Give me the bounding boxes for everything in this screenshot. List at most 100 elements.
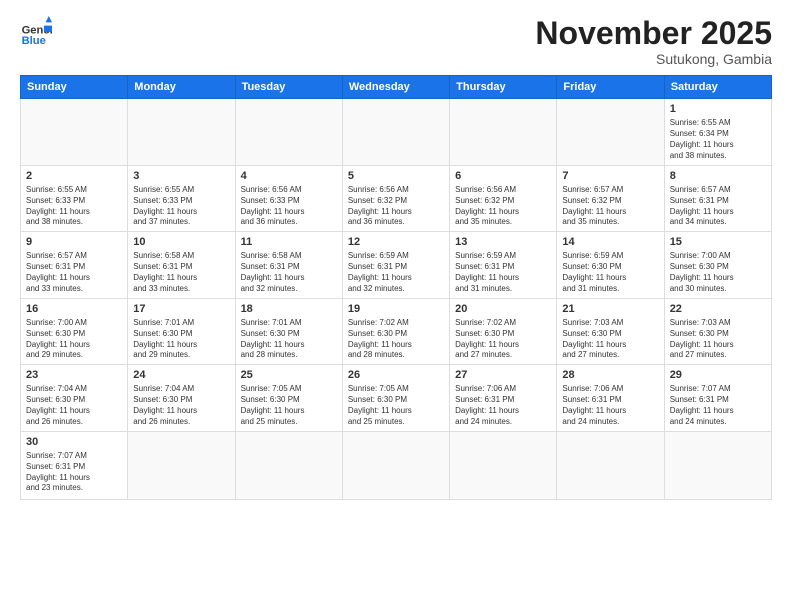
- calendar-cell: 17 Sunrise: 7:01 AM Sunset: 6:30 PM Dayli…: [128, 298, 235, 364]
- day-number: 23: [26, 368, 122, 382]
- day-number: 22: [670, 302, 766, 316]
- day-number: 17: [133, 302, 229, 316]
- day-number: 20: [455, 302, 551, 316]
- calendar-cell: 21 Sunrise: 7:03 AM Sunset: 6:30 PM Dayli…: [557, 298, 664, 364]
- calendar-cell: [664, 431, 771, 499]
- day-info: Sunrise: 6:57 AM Sunset: 6:32 PM Dayligh…: [562, 185, 658, 228]
- calendar-cell: 22 Sunrise: 7:03 AM Sunset: 6:30 PM Dayli…: [664, 298, 771, 364]
- calendar-cell: 16 Sunrise: 7:00 AM Sunset: 6:30 PM Dayli…: [21, 298, 128, 364]
- day-info: Sunrise: 6:57 AM Sunset: 6:31 PM Dayligh…: [670, 185, 766, 228]
- logo: General Blue: [20, 16, 52, 48]
- day-info: Sunrise: 7:04 AM Sunset: 6:30 PM Dayligh…: [133, 384, 229, 427]
- day-info: Sunrise: 6:55 AM Sunset: 6:33 PM Dayligh…: [26, 185, 122, 228]
- calendar-cell: 28 Sunrise: 7:06 AM Sunset: 6:31 PM Dayli…: [557, 365, 664, 431]
- calendar-cell: 7Sunrise: 6:57 AM Sunset: 6:32 PM Daylig…: [557, 165, 664, 231]
- calendar-cell: 4 Sunrise: 6:56 AM Sunset: 6:33 PM Daylig…: [235, 165, 342, 231]
- calendar-cell: [235, 431, 342, 499]
- day-header-saturday: Saturday: [664, 76, 771, 99]
- day-info: Sunrise: 7:06 AM Sunset: 6:31 PM Dayligh…: [455, 384, 551, 427]
- calendar-cell: 1Sunrise: 6:55 AM Sunset: 6:34 PM Daylig…: [664, 99, 771, 165]
- calendar-cell: [557, 431, 664, 499]
- calendar-cell: 5Sunrise: 6:56 AM Sunset: 6:32 PM Daylig…: [342, 165, 449, 231]
- day-info: Sunrise: 6:58 AM Sunset: 6:31 PM Dayligh…: [133, 251, 229, 294]
- month-title: November 2025: [535, 16, 772, 51]
- page-header: General Blue November 2025 Sutukong, Gam…: [20, 16, 772, 67]
- day-number: 5: [348, 169, 444, 183]
- calendar-cell: [450, 99, 557, 165]
- day-number: 13: [455, 235, 551, 249]
- day-info: Sunrise: 7:03 AM Sunset: 6:30 PM Dayligh…: [670, 318, 766, 361]
- calendar-cell: [342, 99, 449, 165]
- calendar-cell: [128, 431, 235, 499]
- calendar-cell: 15Sunrise: 7:00 AM Sunset: 6:30 PM Dayli…: [664, 232, 771, 298]
- calendar-cell: 19 Sunrise: 7:02 AM Sunset: 6:30 PM Dayli…: [342, 298, 449, 364]
- calendar-cell: 29Sunrise: 7:07 AM Sunset: 6:31 PM Dayli…: [664, 365, 771, 431]
- day-number: 2: [26, 169, 122, 183]
- day-number: 30: [26, 435, 122, 449]
- day-number: 9: [26, 235, 122, 249]
- day-header-friday: Friday: [557, 76, 664, 99]
- calendar-cell: 24Sunrise: 7:04 AM Sunset: 6:30 PM Dayli…: [128, 365, 235, 431]
- day-header-wednesday: Wednesday: [342, 76, 449, 99]
- day-info: Sunrise: 6:59 AM Sunset: 6:30 PM Dayligh…: [562, 251, 658, 294]
- day-info: Sunrise: 7:04 AM Sunset: 6:30 PM Dayligh…: [26, 384, 122, 427]
- day-info: Sunrise: 7:05 AM Sunset: 6:30 PM Dayligh…: [348, 384, 444, 427]
- calendar-cell: 20 Sunrise: 7:02 AM Sunset: 6:30 PM Dayli…: [450, 298, 557, 364]
- svg-text:Blue: Blue: [22, 35, 46, 47]
- day-info: Sunrise: 7:01 AM Sunset: 6:30 PM Dayligh…: [133, 318, 229, 361]
- day-info: Sunrise: 6:59 AM Sunset: 6:31 PM Dayligh…: [455, 251, 551, 294]
- calendar-cell: 25 Sunrise: 7:05 AM Sunset: 6:30 PM Dayli…: [235, 365, 342, 431]
- calendar-cell: 11 Sunrise: 6:58 AM Sunset: 6:31 PM Dayli…: [235, 232, 342, 298]
- day-number: 16: [26, 302, 122, 316]
- day-number: 25: [241, 368, 337, 382]
- day-number: 18: [241, 302, 337, 316]
- day-info: Sunrise: 7:06 AM Sunset: 6:31 PM Dayligh…: [562, 384, 658, 427]
- day-info: Sunrise: 6:58 AM Sunset: 6:31 PM Dayligh…: [241, 251, 337, 294]
- day-number: 10: [133, 235, 229, 249]
- calendar-cell: 9 Sunrise: 6:57 AM Sunset: 6:31 PM Daylig…: [21, 232, 128, 298]
- day-info: Sunrise: 7:00 AM Sunset: 6:30 PM Dayligh…: [26, 318, 122, 361]
- calendar-cell: 3 Sunrise: 6:55 AM Sunset: 6:33 PM Daylig…: [128, 165, 235, 231]
- calendar-table: SundayMondayTuesdayWednesdayThursdayFrid…: [20, 75, 772, 499]
- day-info: Sunrise: 6:56 AM Sunset: 6:32 PM Dayligh…: [455, 185, 551, 228]
- day-info: Sunrise: 7:07 AM Sunset: 6:31 PM Dayligh…: [670, 384, 766, 427]
- calendar-cell: 13 Sunrise: 6:59 AM Sunset: 6:31 PM Dayli…: [450, 232, 557, 298]
- day-info: Sunrise: 7:02 AM Sunset: 6:30 PM Dayligh…: [348, 318, 444, 361]
- day-header-thursday: Thursday: [450, 76, 557, 99]
- day-number: 21: [562, 302, 658, 316]
- calendar-cell: 30 Sunrise: 7:07 AM Sunset: 6:31 PM Dayli…: [21, 431, 128, 499]
- day-number: 1: [670, 102, 766, 116]
- calendar-cell: [342, 431, 449, 499]
- day-number: 6: [455, 169, 551, 183]
- calendar-cell: 10 Sunrise: 6:58 AM Sunset: 6:31 PM Dayli…: [128, 232, 235, 298]
- day-number: 19: [348, 302, 444, 316]
- calendar-cell: 26 Sunrise: 7:05 AM Sunset: 6:30 PM Dayli…: [342, 365, 449, 431]
- day-info: Sunrise: 6:57 AM Sunset: 6:31 PM Dayligh…: [26, 251, 122, 294]
- day-number: 4: [241, 169, 337, 183]
- day-info: Sunrise: 6:55 AM Sunset: 6:33 PM Dayligh…: [133, 185, 229, 228]
- day-number: 11: [241, 235, 337, 249]
- calendar-cell: 14 Sunrise: 6:59 AM Sunset: 6:30 PM Dayli…: [557, 232, 664, 298]
- day-number: 27: [455, 368, 551, 382]
- day-number: 28: [562, 368, 658, 382]
- day-number: 26: [348, 368, 444, 382]
- calendar-cell: 2 Sunrise: 6:55 AM Sunset: 6:33 PM Daylig…: [21, 165, 128, 231]
- day-info: Sunrise: 7:03 AM Sunset: 6:30 PM Dayligh…: [562, 318, 658, 361]
- calendar-cell: 27 Sunrise: 7:06 AM Sunset: 6:31 PM Dayli…: [450, 365, 557, 431]
- calendar-cell: [128, 99, 235, 165]
- day-number: 14: [562, 235, 658, 249]
- calendar-cell: [21, 99, 128, 165]
- day-info: Sunrise: 7:07 AM Sunset: 6:31 PM Dayligh…: [26, 451, 122, 494]
- day-info: Sunrise: 6:59 AM Sunset: 6:31 PM Dayligh…: [348, 251, 444, 294]
- day-number: 3: [133, 169, 229, 183]
- calendar-cell: [450, 431, 557, 499]
- title-block: November 2025 Sutukong, Gambia: [535, 16, 772, 67]
- calendar-header-row: SundayMondayTuesdayWednesdayThursdayFrid…: [21, 76, 772, 99]
- day-info: Sunrise: 7:02 AM Sunset: 6:30 PM Dayligh…: [455, 318, 551, 361]
- day-info: Sunrise: 6:56 AM Sunset: 6:33 PM Dayligh…: [241, 185, 337, 228]
- day-number: 8: [670, 169, 766, 183]
- day-header-monday: Monday: [128, 76, 235, 99]
- calendar-cell: 12Sunrise: 6:59 AM Sunset: 6:31 PM Dayli…: [342, 232, 449, 298]
- day-info: Sunrise: 7:05 AM Sunset: 6:30 PM Dayligh…: [241, 384, 337, 427]
- day-info: Sunrise: 7:00 AM Sunset: 6:30 PM Dayligh…: [670, 251, 766, 294]
